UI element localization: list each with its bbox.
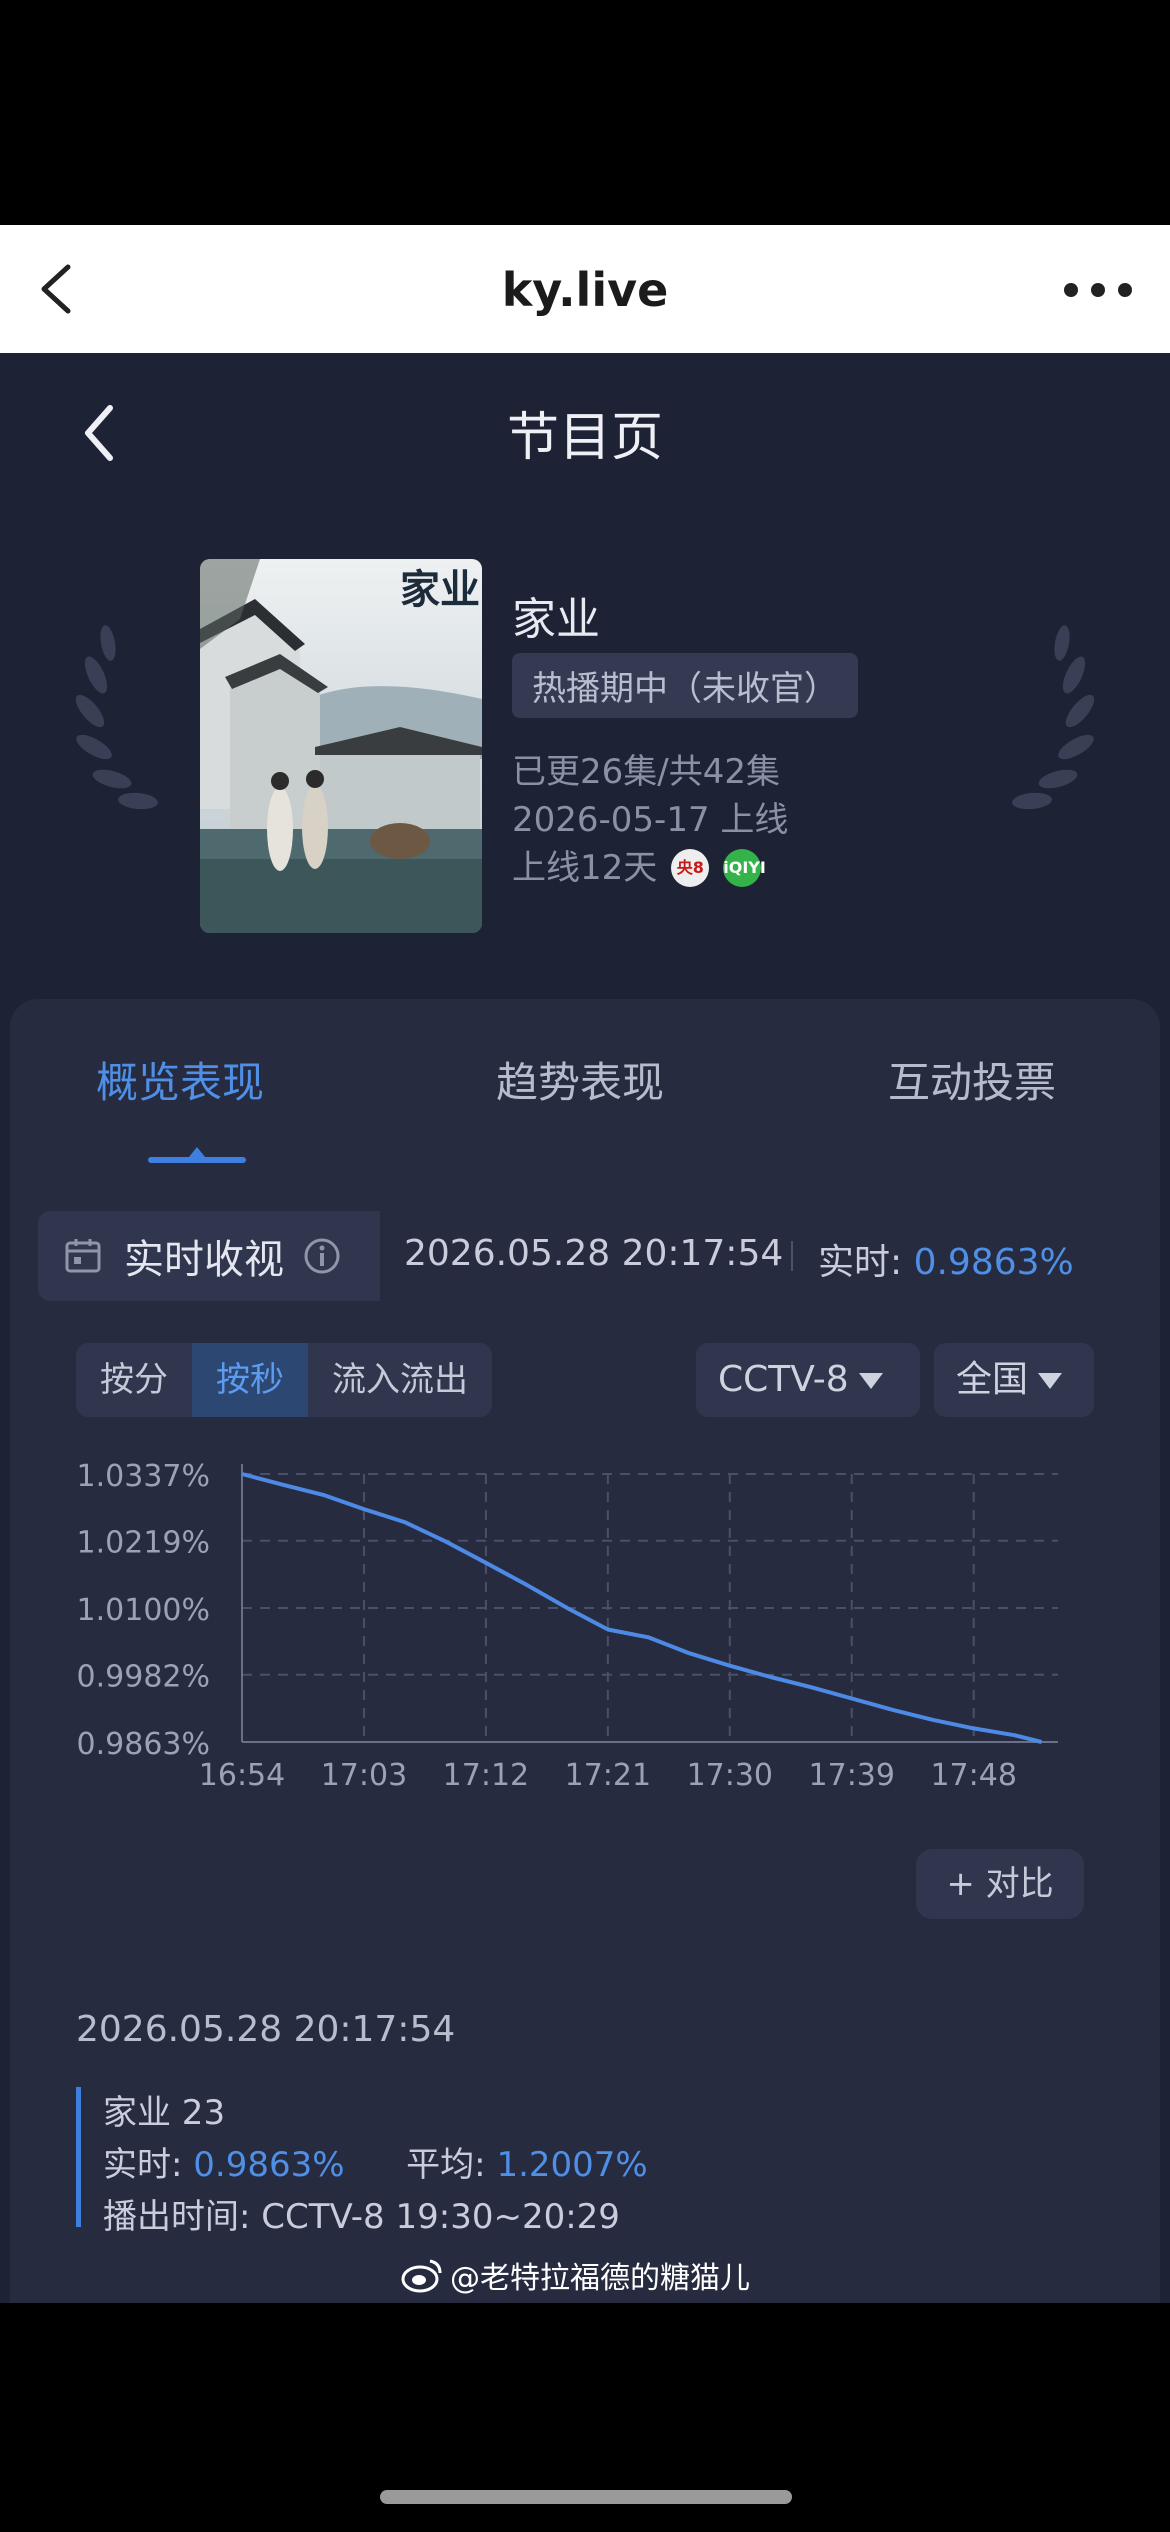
episode-name: 家业 23: [103, 2093, 226, 2133]
show-title: 家业: [512, 594, 600, 645]
realtime-bar: 实时收视 2026.05.28 20:17:54 实时: 0.9863%: [38, 1211, 1132, 1301]
realtime-rating: 0.9863%: [193, 2145, 345, 2185]
y-tick-label: 0.9982%: [77, 1660, 210, 1695]
airtime: 播出时间: CCTV-8 19:30~20:29: [103, 2197, 620, 2237]
realtime-value: 实时: 0.9863%: [818, 1242, 1074, 1283]
region-dropdown[interactable]: 全国: [934, 1343, 1094, 1417]
chevron-down-icon: [858, 1373, 883, 1389]
compare-button[interactable]: + 对比: [916, 1849, 1084, 1919]
browser-toolbar: ky.live: [0, 225, 1170, 353]
days-online-row: 上线12天 央8 iQIYI: [512, 844, 1112, 892]
y-tick-label: 1.0100%: [77, 1593, 210, 1628]
episode-count: 已更26集/共42集: [512, 752, 780, 792]
app-screen: 节目页 家业 家业 热播期中（未收官） 已更26集/共42集 2026-05-1…: [0, 353, 1170, 2303]
home-indicator[interactable]: [380, 2490, 792, 2504]
calendar-icon: [65, 1239, 101, 1273]
y-tick-label: 1.0219%: [77, 1526, 210, 1561]
tab-overview[interactable]: 概览表现: [96, 1049, 264, 1110]
mode-segmented-control: 按分 按秒 流入流出: [76, 1343, 492, 1417]
chevron-down-icon: [1038, 1373, 1063, 1389]
tab-indicator-arrow: [189, 1147, 205, 1157]
x-tick-label: 17:39: [809, 1758, 895, 1793]
browser-url[interactable]: ky.live: [0, 263, 1170, 317]
x-tick-label: 17:21: [565, 1758, 651, 1793]
page-title: 节目页: [506, 408, 663, 468]
x-tick-label: 17:30: [687, 1758, 773, 1793]
realtime-label-box: 实时收视: [38, 1211, 380, 1301]
detail-box: 家业 23 实时: 0.9863% 平均: 1.2007% 播出时间: CCTV…: [76, 2087, 776, 2237]
weibo-logo-icon: [401, 2259, 442, 2293]
cctv8-logo-icon: 央8: [671, 849, 710, 887]
page-header: 节目页: [0, 353, 1170, 503]
x-tick-label: 17:03: [321, 1758, 407, 1793]
watermark: @老特拉福德的糖猫儿: [400, 2250, 750, 2300]
realtime-label: 实时收视: [124, 1237, 284, 1283]
tab-indicator: [148, 1157, 246, 1163]
more-options-icon[interactable]: [1064, 271, 1134, 307]
detail-timestamp: 2026.05.28 20:17:54: [76, 2009, 456, 2050]
tab-vote[interactable]: 互动投票: [888, 1049, 1056, 1110]
x-tick-label: 17:12: [443, 1758, 529, 1793]
region-value: 全国: [956, 1359, 1029, 1400]
channel-value: CCTV-8: [718, 1359, 849, 1400]
x-tick-label: 17:48: [930, 1758, 1016, 1793]
realtime-timestamp: 2026.05.28 20:17:54: [404, 1233, 784, 1274]
mode-minute[interactable]: 按分: [76, 1343, 192, 1417]
status-bar-area: [0, 0, 1170, 225]
mode-flow[interactable]: 流入流出: [308, 1343, 492, 1417]
info-icon[interactable]: [302, 1236, 342, 1276]
data-panel: 概览表现 趋势表现 互动投票 实时收视 2026.05.28 20:17:54 …: [10, 999, 1160, 2303]
tab-trend[interactable]: 趋势表现: [496, 1049, 664, 1110]
laurel-left-icon: [75, 625, 158, 810]
show-poster[interactable]: 家业: [200, 559, 482, 933]
watermark-text: @老特拉福德的糖猫儿: [450, 2261, 750, 2296]
premiere-date: 2026-05-17 上线: [512, 800, 789, 840]
poster-title: 家业: [400, 566, 480, 613]
status-badge: 热播期中（未收官）: [512, 653, 858, 718]
average-rating: 1.2007%: [496, 2145, 648, 2185]
days-online: 上线12天: [512, 848, 658, 888]
iqiyi-logo-icon: iQIYI: [723, 849, 766, 887]
divider: [791, 1241, 793, 1271]
channel-dropdown[interactable]: CCTV-8: [696, 1343, 920, 1417]
show-info: 家业 热播期中（未收官） 已更26集/共42集 2026-05-17 上线 上线…: [512, 583, 1112, 892]
mode-second[interactable]: 按秒: [192, 1343, 308, 1417]
y-tick-label: 1.0337%: [77, 1459, 210, 1494]
y-tick-label: 0.9863%: [77, 1727, 210, 1762]
x-tick-label: 16:54: [199, 1758, 285, 1793]
rating-row: 实时: 0.9863% 平均: 1.2007%: [103, 2145, 648, 2185]
tab-bar: 概览表现 趋势表现 互动投票: [10, 999, 1160, 1179]
detail-section: 2026.05.28 20:17:54 家业 23 实时: 0.9863% 平均…: [76, 2009, 1136, 2237]
